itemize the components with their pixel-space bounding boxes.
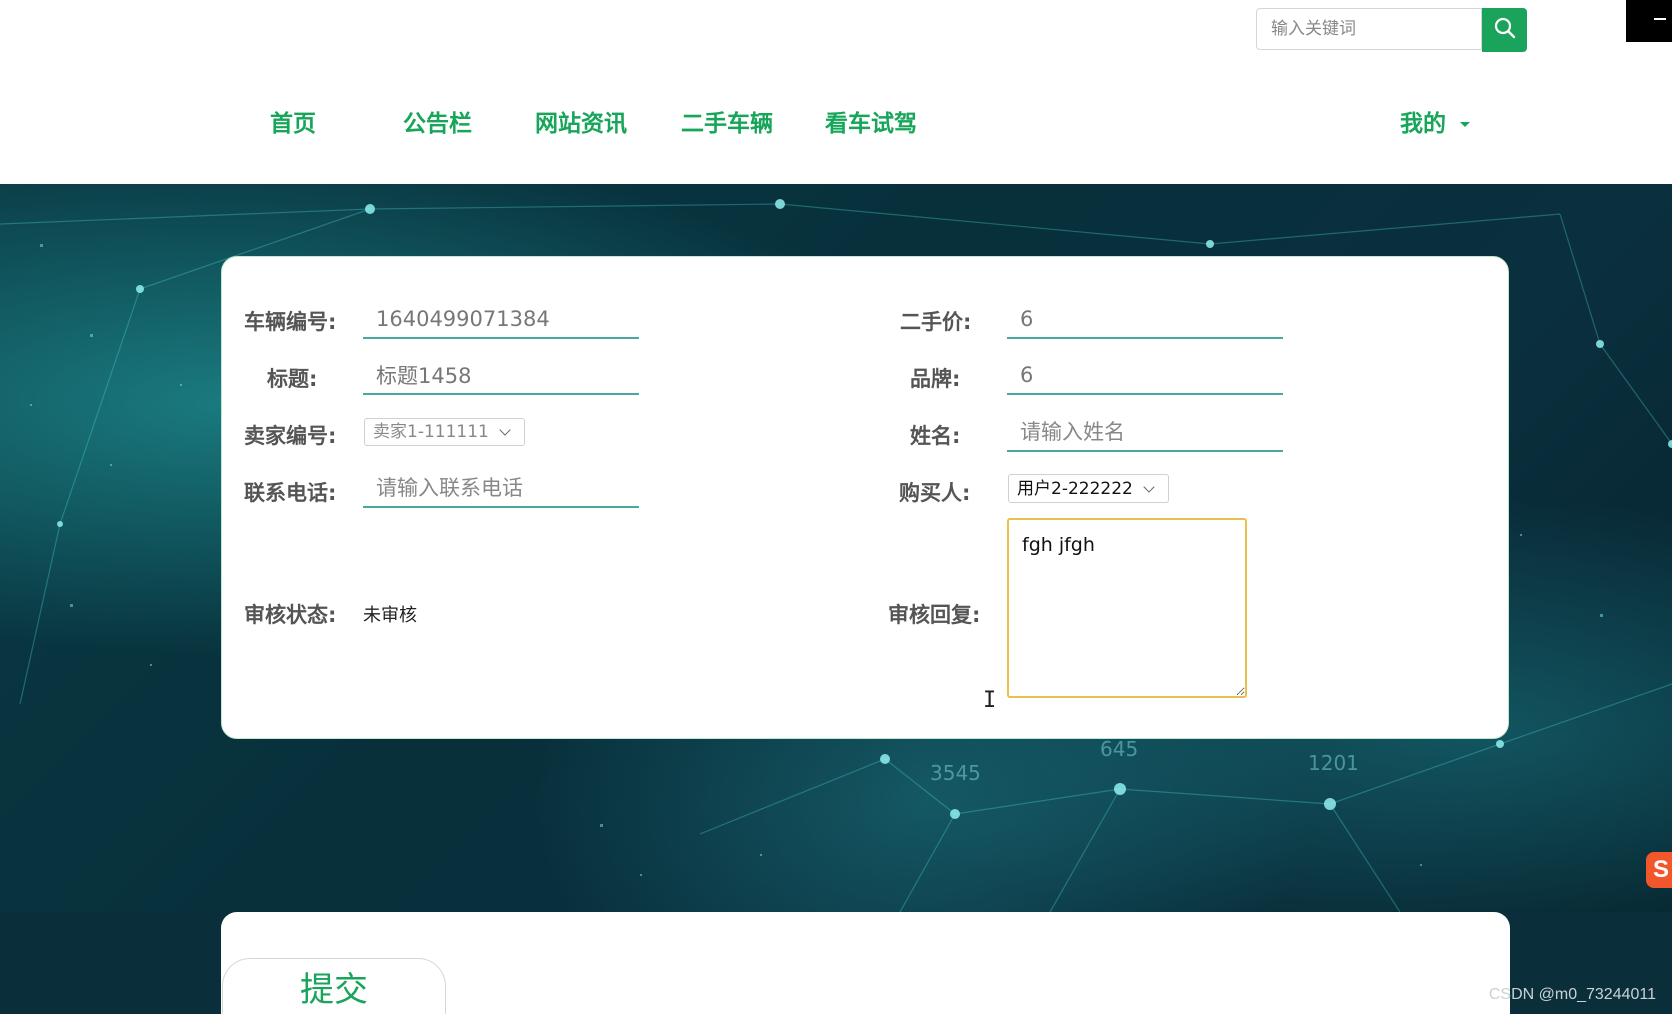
nav-mine-dropdown[interactable]: 我的 bbox=[1400, 104, 1470, 144]
title-input[interactable] bbox=[363, 357, 639, 395]
nav-item-home[interactable]: 首页 bbox=[270, 104, 316, 144]
label-name: 姓名: bbox=[910, 424, 961, 448]
label-status: 审核状态: bbox=[244, 603, 337, 627]
reply-textarea[interactable]: fgh jfgh bbox=[1007, 518, 1247, 698]
caret-down-icon bbox=[1460, 122, 1470, 127]
watermark: CSDN @m0_73244011 bbox=[1488, 986, 1656, 1003]
phone-input[interactable] bbox=[363, 470, 639, 508]
label-phone: 联系电话: bbox=[244, 481, 337, 505]
submit-button[interactable]: 提交 bbox=[222, 958, 446, 1014]
banner-number-645: 645 bbox=[1100, 737, 1138, 761]
nav-item-test-drive[interactable]: 看车试驾 bbox=[825, 104, 917, 144]
nav-mine-label: 我的 bbox=[1400, 111, 1446, 137]
label-buyer: 购买人: bbox=[899, 481, 971, 505]
label-seller: 卖家编号: bbox=[244, 424, 337, 448]
header: 首页 公告栏 网站资讯 二手车辆 看车试驾 我的 bbox=[0, 0, 1672, 184]
brand-input[interactable] bbox=[1007, 357, 1283, 395]
minimize-icon bbox=[1654, 18, 1666, 20]
banner-number-3545: 3545 bbox=[930, 761, 981, 785]
buyer-select[interactable]: 用户2-222222 bbox=[1008, 474, 1169, 503]
seller-select[interactable]: 卖家1-111111 bbox=[364, 418, 525, 446]
nav-item-notice[interactable]: 公告栏 bbox=[403, 104, 472, 144]
status-value: 未审核 bbox=[363, 605, 417, 626]
search-button[interactable] bbox=[1482, 8, 1527, 52]
chevron-down-icon bbox=[499, 424, 511, 436]
price-input[interactable] bbox=[1007, 301, 1283, 339]
search-input[interactable] bbox=[1256, 8, 1482, 50]
vehicle-no-input[interactable] bbox=[363, 301, 639, 339]
banner-number-1201: 1201 bbox=[1308, 751, 1359, 775]
nav-item-used-cars[interactable]: 二手车辆 bbox=[681, 104, 773, 144]
search-icon bbox=[1493, 16, 1517, 44]
label-price: 二手价: bbox=[900, 310, 972, 334]
sohu-logo-icon: S bbox=[1646, 852, 1672, 888]
window-corner-control[interactable] bbox=[1626, 0, 1672, 42]
nav-item-news[interactable]: 网站资讯 bbox=[535, 104, 627, 144]
chevron-down-icon bbox=[1143, 480, 1155, 493]
name-input[interactable] bbox=[1007, 414, 1283, 452]
label-reply: 审核回复: bbox=[888, 603, 981, 627]
label-title: 标题: bbox=[267, 367, 318, 391]
label-vehicle-no: 车辆编号: bbox=[244, 310, 337, 334]
label-brand: 品牌: bbox=[910, 367, 961, 391]
text-cursor-icon: I bbox=[983, 688, 997, 713]
seller-select-value: 卖家1-111111 bbox=[373, 422, 489, 442]
buyer-select-value: 用户2-222222 bbox=[1017, 478, 1133, 499]
